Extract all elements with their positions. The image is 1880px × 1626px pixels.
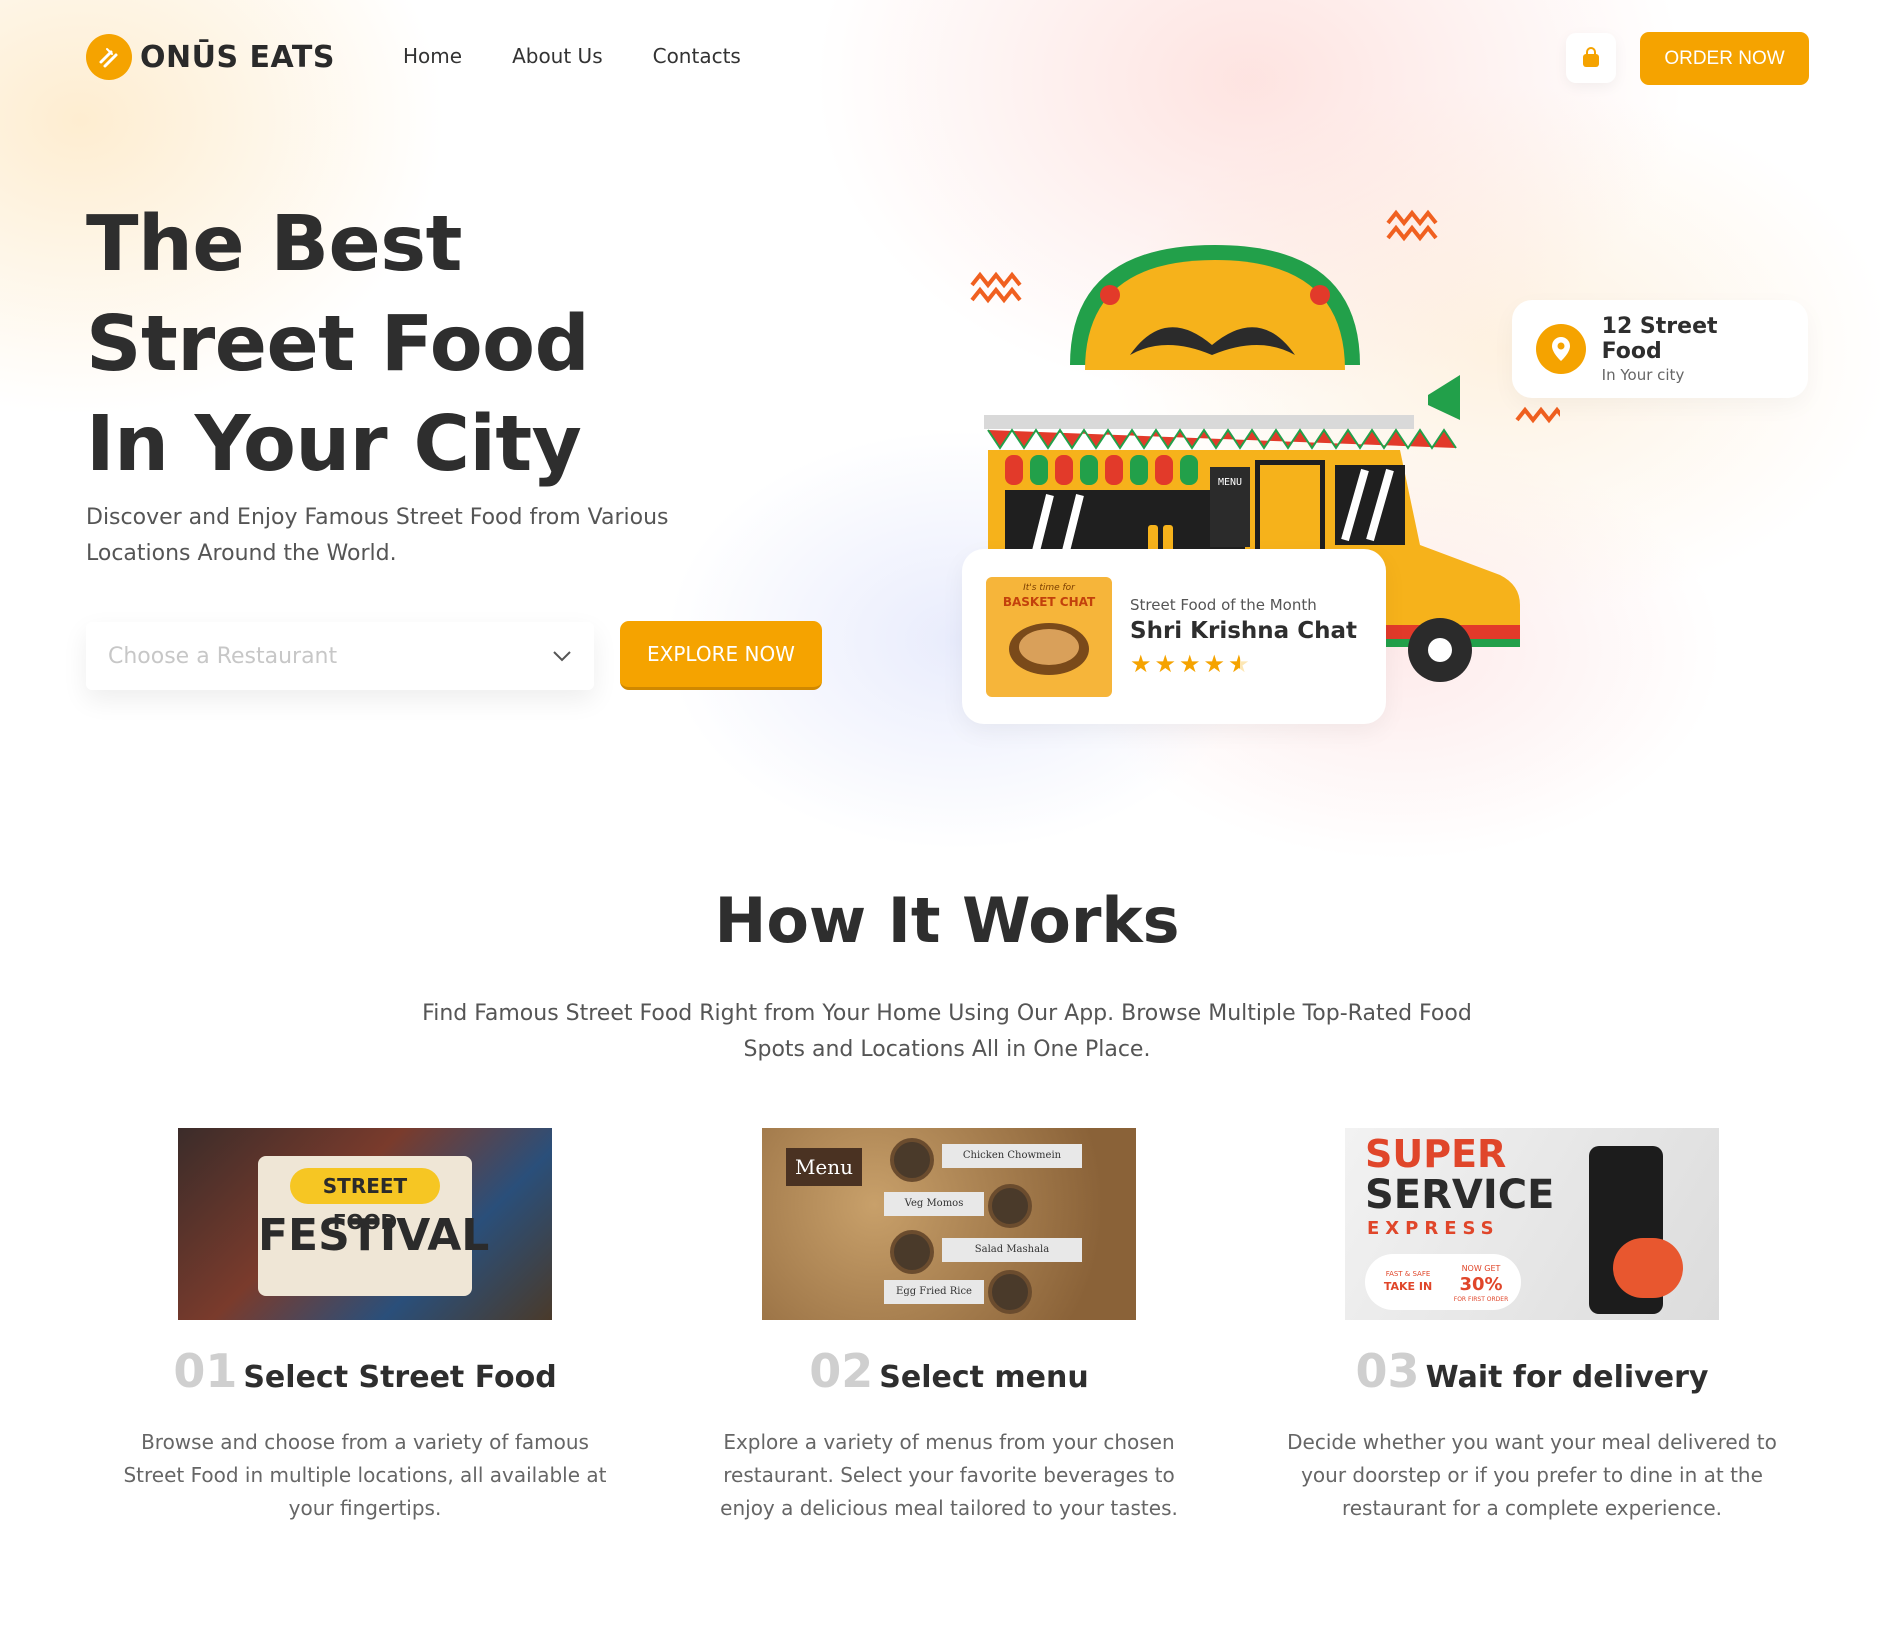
- street-food-count-caption: In Your city: [1601, 366, 1685, 384]
- street-food-of-month-card[interactable]: It's time for BASKET CHAT Street Food of…: [962, 549, 1386, 724]
- hero-title-line1: The Best: [86, 200, 462, 289]
- menu-item: Veg Momos: [884, 1192, 984, 1216]
- cart-button[interactable]: [1566, 33, 1616, 83]
- brand-name: ONŪS EATS: [140, 39, 335, 75]
- month-card-label: Street Food of the Month: [1130, 595, 1317, 614]
- step-wait-for-delivery: SUPER SERVICE EXPRESS FAST & SAFE TAKE I…: [1262, 1128, 1802, 1525]
- step-title: Select Street Food: [243, 1360, 557, 1395]
- shopping-bag-icon: [1583, 47, 1599, 67]
- zigzag-decoration: [1386, 209, 1438, 242]
- menu-heading: Menu: [786, 1148, 862, 1186]
- promo-now-get: NOW GET: [1461, 1264, 1501, 1273]
- step-title: Select menu: [879, 1360, 1089, 1395]
- menu-image: Menu Chicken Chowmein Veg Momos Salad Ma…: [762, 1128, 1136, 1320]
- promo-discount: 30%: [1459, 1274, 1503, 1295]
- step-description: Explore a variety of menus from your cho…: [720, 1430, 1178, 1520]
- hero-title-line3: In Your City: [86, 400, 582, 489]
- zigzag-decoration: [1515, 406, 1560, 424]
- hero-subtitle: Discover and Enjoy Famous Street Food fr…: [86, 505, 669, 566]
- hero-title-line2: Street Food: [86, 300, 590, 389]
- promo-super: SUPER: [1365, 1132, 1507, 1176]
- street-food-count: 12 Street Food: [1601, 314, 1718, 364]
- restaurant-select-placeholder: Choose a Restaurant: [108, 643, 338, 669]
- festival-title: FESTIVAL: [258, 1210, 490, 1261]
- nav-contacts[interactable]: Contacts: [653, 44, 741, 68]
- menu-item: Salad Mashala: [942, 1238, 1082, 1262]
- step-number: 01: [173, 1344, 238, 1398]
- promo-fast-safe: FAST & SAFE: [1385, 1270, 1431, 1278]
- restaurant-select[interactable]: Choose a Restaurant: [86, 622, 594, 690]
- menu-item: Egg Fried Rice: [884, 1280, 984, 1304]
- chevron-down-icon: [553, 651, 571, 662]
- nav-about-us[interactable]: About Us: [512, 44, 603, 68]
- super-service-image: SUPER SERVICE EXPRESS FAST & SAFE TAKE I…: [1345, 1128, 1719, 1320]
- step-select-menu: Menu Chicken Chowmein Veg Momos Salad Ma…: [679, 1128, 1219, 1525]
- hero-title: The Best Street Food In Your City: [86, 195, 590, 495]
- star-half-icon: ★★: [1228, 649, 1253, 678]
- thumb-caption-top: It's time for: [1023, 582, 1075, 593]
- promo-take-in: TAKE IN: [1383, 1280, 1433, 1293]
- order-now-button[interactable]: ORDER NOW: [1640, 32, 1809, 85]
- restaurant-name: Shri Krishna Chat: [1130, 617, 1357, 644]
- star-icon: ★: [1203, 649, 1229, 678]
- star-icon: ★: [1179, 649, 1204, 678]
- brand-logo[interactable]: ONŪS EATS: [86, 34, 335, 80]
- rating-stars: ★★★★★★: [1130, 650, 1357, 678]
- street-food-count-card: 12 Street Food In Your city: [1512, 300, 1808, 398]
- star-icon: ★: [1154, 649, 1180, 678]
- step-description: Browse and choose from a variety of famo…: [123, 1430, 607, 1520]
- step-title: Wait for delivery: [1425, 1360, 1709, 1395]
- festival-badge: STREET FOOD: [290, 1168, 440, 1234]
- street-food-festival-image: STREET FOOD FESTIVAL: [178, 1128, 552, 1320]
- step-select-street-food: STREET FOOD FESTIVAL 01 Select Street Fo…: [95, 1128, 635, 1525]
- promo-service: SERVICE: [1365, 1172, 1555, 1218]
- location-pin-icon: [1536, 324, 1586, 374]
- step-description: Decide whether you want your meal delive…: [1287, 1430, 1777, 1520]
- step-number: 03: [1355, 1344, 1420, 1398]
- promo-first-order: FOR FIRST ORDER: [1453, 1296, 1509, 1303]
- menu-item: Chicken Chowmein: [942, 1144, 1082, 1168]
- explore-now-button[interactable]: EXPLORE NOW: [620, 621, 822, 690]
- step-number: 02: [809, 1344, 874, 1398]
- fork-spoon-icon: [86, 34, 132, 80]
- promo-express: EXPRESS: [1367, 1218, 1500, 1239]
- how-it-works-subtitle: Find Famous Street Food Right from Your …: [422, 1001, 1472, 1062]
- truck-menu-label: MENU: [1218, 477, 1242, 488]
- basket-chat-thumbnail: It's time for BASKET CHAT: [986, 576, 1112, 697]
- delivery-rider-graphic: [1613, 1238, 1683, 1298]
- how-it-works-title: How It Works: [714, 884, 1180, 957]
- nav-home[interactable]: Home: [403, 44, 462, 68]
- zigzag-decoration: [970, 271, 1022, 304]
- star-icon: ★: [1130, 649, 1155, 678]
- thumb-caption: BASKET CHAT: [1002, 594, 1096, 609]
- main-nav: Home About Us Contacts: [403, 44, 741, 68]
